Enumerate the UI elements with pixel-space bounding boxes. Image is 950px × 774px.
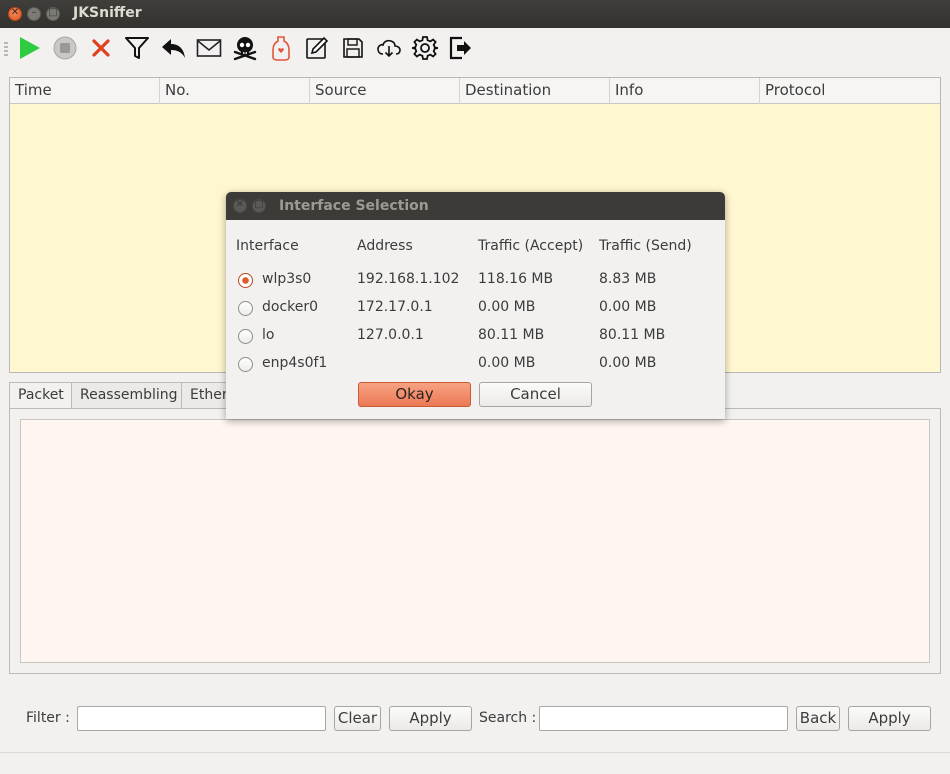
filter-button[interactable] [123,34,151,62]
gear-icon [412,36,438,60]
interface-radio-lo[interactable] [238,329,253,344]
undo-arrow-icon [162,39,185,58]
traffic-send: 0.00 MB [599,355,657,371]
interface-row[interactable]: wlp3s0 192.168.1.102 118.16 MB 8.83 MB [226,268,725,292]
maximize-icon: □ [254,199,264,210]
column-header-protocol[interactable]: Protocol [760,78,940,104]
column-header-address: Address [357,238,413,254]
window-minimize-button[interactable]: – [27,7,41,21]
traffic-accept: 118.16 MB [478,271,554,287]
interface-radio-wlp3s0[interactable] [238,273,253,288]
column-header-interface: Interface [236,238,299,254]
exit-button[interactable] [447,34,475,62]
save-button[interactable] [339,34,367,62]
okay-button[interactable]: Okay [358,382,471,407]
tab-panel [9,408,941,674]
traffic-accept: 0.00 MB [478,355,536,371]
column-header-traffic-send: Traffic (Send) [599,238,692,254]
save-icon [343,38,363,58]
envelope-icon [196,39,222,57]
dialog-close-button[interactable]: ✕ [233,199,247,213]
interface-selection-dialog: ✕ □ Interface Selection Interface Addres… [226,192,725,419]
edit-icon [306,36,329,59]
play-icon [20,37,40,59]
settings-button[interactable] [411,34,439,62]
dialog-titlebar: ✕ □ Interface Selection [226,192,725,220]
maximize-icon: □ [48,7,58,18]
interface-row[interactable]: docker0 172.17.0.1 0.00 MB 0.00 MB [226,296,725,320]
traffic-send: 80.11 MB [599,327,666,343]
attack-button[interactable] [231,34,259,62]
close-icon: ✕ [10,7,20,18]
interface-row[interactable]: lo 127.0.0.1 80.11 MB 80.11 MB [226,324,725,348]
interface-name[interactable]: wlp3s0 [262,271,311,287]
download-button[interactable] [375,34,403,62]
traffic-accept: 80.11 MB [478,327,545,343]
column-header-traffic-accept: Traffic (Accept) [478,238,584,254]
toolbar [0,28,950,70]
window-maximize-button[interactable]: □ [46,7,60,21]
stop-capture-button[interactable] [51,34,79,62]
column-header-source[interactable]: Source [310,78,460,104]
interface-row[interactable]: enp4s0f1 0.00 MB 0.00 MB [226,352,725,376]
clear-packets-button[interactable] [87,34,115,62]
interface-radio-docker0[interactable] [238,301,253,316]
filter-label: Filter : [26,710,70,726]
interface-name[interactable]: enp4s0f1 [262,355,327,371]
dialog-maximize-button[interactable]: □ [252,199,266,213]
search-input[interactable] [539,706,788,731]
search-label: Search : [479,710,537,726]
back-button[interactable]: Back [796,706,840,731]
cloud-download-icon [377,39,401,58]
close-icon: ✕ [235,199,245,210]
stop-icon [53,36,77,60]
cancel-button[interactable]: Cancel [479,382,592,407]
exit-icon [449,36,471,60]
filter-input[interactable] [77,706,326,731]
window-titlebar: ✕ – □ JKSniffer [0,0,950,28]
edit-button[interactable] [303,34,331,62]
dialog-title: Interface Selection [279,198,429,214]
tab-packet[interactable]: Packet [9,382,72,409]
interface-name[interactable]: lo [262,327,274,343]
column-header-info[interactable]: Info [610,78,760,104]
window-close-button[interactable]: ✕ [8,7,22,21]
status-bar [0,752,950,774]
traffic-send: 0.00 MB [599,299,657,315]
column-header-time[interactable]: Time [10,78,160,104]
undo-button[interactable] [159,34,187,62]
filter-icon [125,37,149,59]
close-x-icon [92,39,110,57]
interface-name[interactable]: docker0 [262,299,318,315]
potion-button[interactable] [267,34,295,62]
start-capture-button[interactable] [15,34,43,62]
traffic-send: 8.83 MB [599,271,657,287]
interface-address: 192.168.1.102 [357,271,460,287]
mail-button[interactable] [195,34,223,62]
interface-radio-enp4s0f1[interactable] [238,357,253,372]
interface-address: 172.17.0.1 [357,299,433,315]
window-title: JKSniffer [73,5,142,21]
packet-detail-area[interactable] [20,419,930,663]
filter-apply-button[interactable]: Apply [389,706,472,731]
column-header-destination[interactable]: Destination [460,78,610,104]
tab-reassembling[interactable]: Reassembling [71,382,182,409]
traffic-accept: 0.00 MB [478,299,536,315]
minimize-icon: – [31,7,37,18]
clear-button[interactable]: Clear [334,706,381,731]
search-apply-button[interactable]: Apply [848,706,931,731]
bottle-icon [272,36,290,61]
skull-icon [233,37,257,61]
packet-table-header: Time No. Source Destination Info Protoco… [10,78,940,104]
column-header-no[interactable]: No. [160,78,310,104]
toolbar-grip[interactable] [4,42,8,56]
interface-address: 127.0.0.1 [357,327,424,343]
